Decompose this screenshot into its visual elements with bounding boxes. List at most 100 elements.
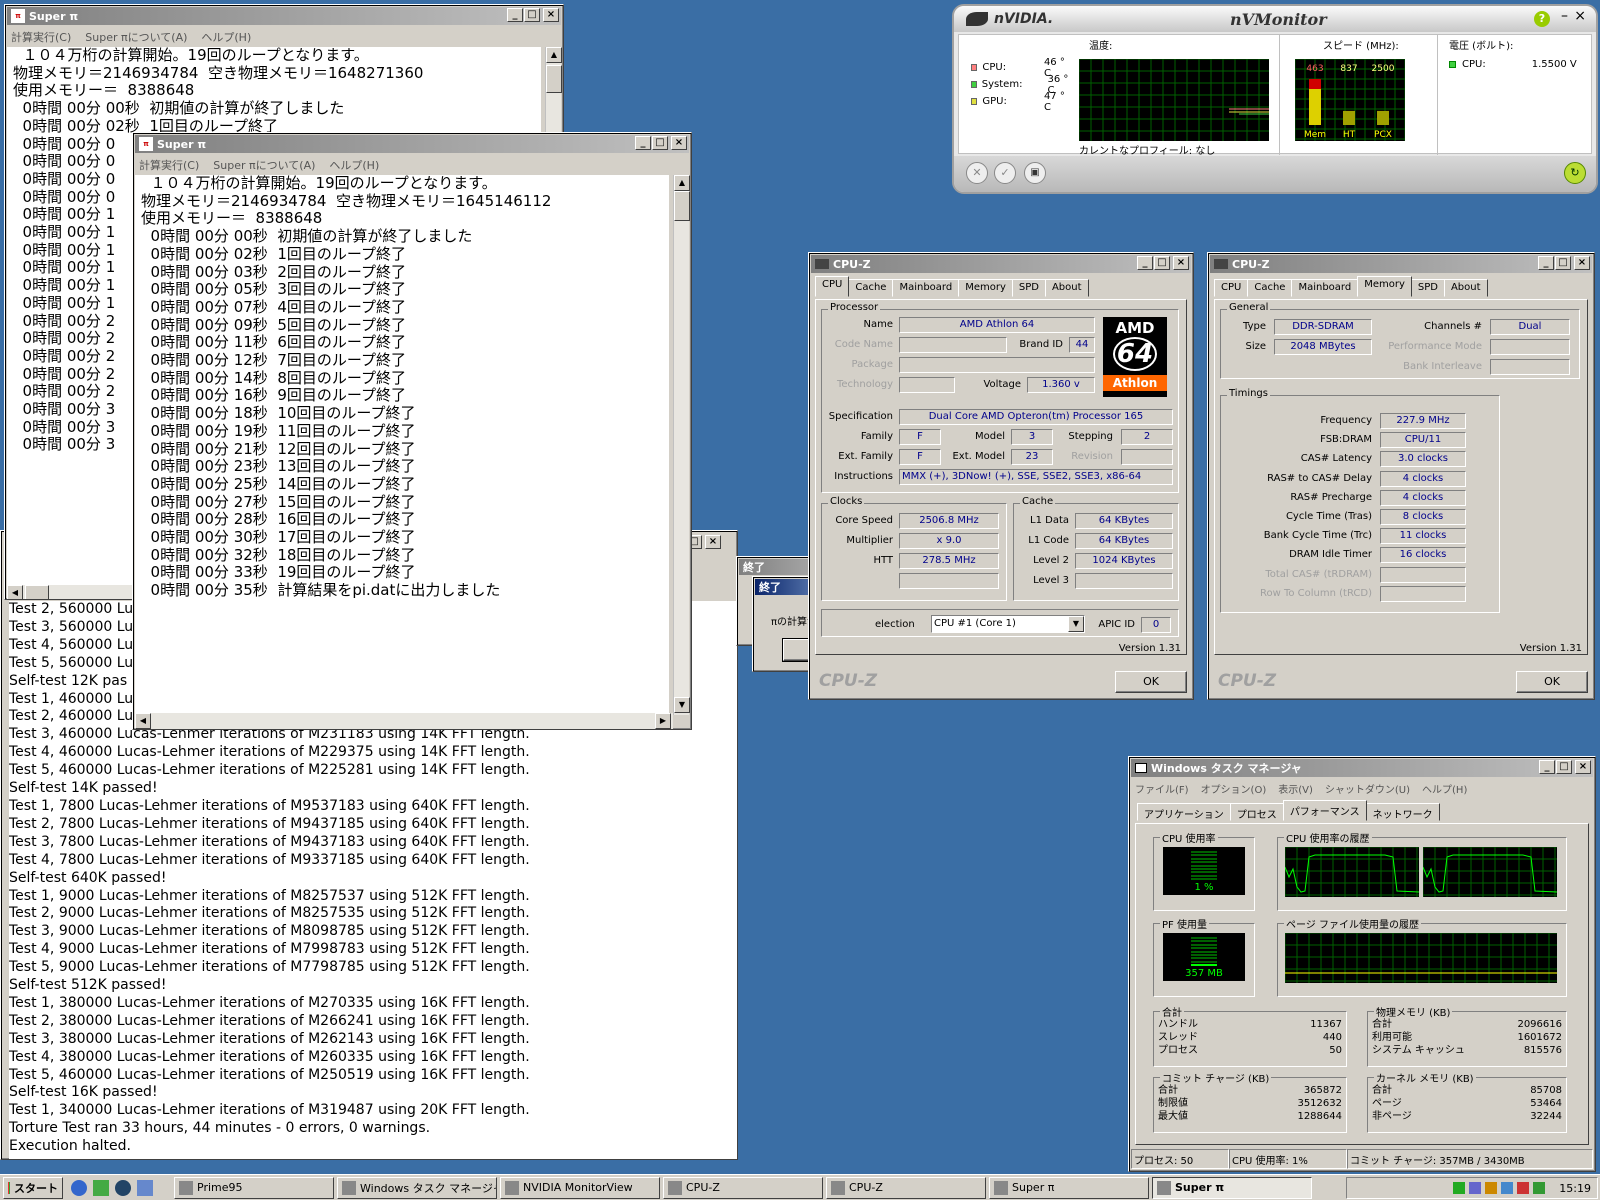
tab-memory[interactable]: Memory [1357, 276, 1412, 297]
tab-network[interactable]: ネットワーク [1365, 803, 1440, 821]
start-button[interactable]: スタート [3, 1176, 63, 1199]
package-label: Package [851, 359, 893, 370]
ie-icon[interactable] [71, 1179, 87, 1196]
nvmonitor-header[interactable]: nVIDIA. nVMonitor ? – × [954, 6, 1596, 32]
menu-calc[interactable]: 計算実行(C) [139, 157, 199, 173]
superpi-front-window[interactable]: π Super π _ □ × 計算実行(C) Super πについて(A) ヘルプ… [132, 132, 692, 730]
tab-performance[interactable]: パフォーマンス [1282, 800, 1367, 821]
tab-applications[interactable]: アプリケーション [1137, 803, 1231, 821]
menu-help[interactable]: ヘルプ(H) [201, 29, 251, 45]
scroll-up-icon[interactable]: ▲ [546, 47, 562, 63]
scroll-up-icon[interactable]: ▲ [674, 175, 690, 191]
maximize-button[interactable]: □ [1555, 256, 1571, 270]
nvmonitor-window[interactable]: nVIDIA. nVMonitor ? – × 温度: スピード (MHz): … [952, 4, 1598, 194]
minimize-button[interactable]: _ [1539, 760, 1555, 774]
scroll-left-icon[interactable]: ◀ [7, 585, 23, 599]
vertical-scrollbar[interactable]: ▲ ▼ [673, 175, 690, 715]
menu-about[interactable]: Super πについて(A) [213, 157, 315, 173]
taskbar-button[interactable]: NVIDIA MonitorView [500, 1176, 660, 1199]
minimize-button[interactable]: _ [635, 136, 651, 150]
help-icon[interactable]: ? [1534, 11, 1550, 27]
menu-file[interactable]: ファイル(F) [1135, 781, 1189, 796]
tab-spd[interactable]: SPD [1011, 279, 1046, 297]
menu-view[interactable]: 表示(V) [1278, 781, 1313, 796]
minimize-icon[interactable]: – [1561, 8, 1568, 24]
scroll-right-icon[interactable]: ▶ [655, 713, 671, 729]
tray-icon[interactable] [1453, 1182, 1466, 1194]
tab-processes[interactable]: プロセス [1229, 803, 1284, 821]
monitor-icon[interactable]: ▣ [1024, 162, 1046, 184]
maximize-button[interactable]: □ [524, 8, 540, 22]
ok-button[interactable]: OK [1115, 671, 1187, 693]
close-icon[interactable]: × [1574, 8, 1586, 24]
superpi-back-titlebar[interactable]: π Super π _ □ × [7, 7, 561, 25]
media-player-icon[interactable] [115, 1179, 131, 1196]
taskbar-button[interactable]: CPU-Z [826, 1176, 986, 1199]
music-icon[interactable] [93, 1179, 109, 1196]
tab-cpu[interactable]: CPU [1214, 279, 1249, 297]
tab-mainboard[interactable]: Mainboard [1291, 279, 1359, 297]
close-button[interactable]: × [1574, 256, 1590, 270]
codename-field [899, 337, 1007, 353]
taskmgr-window[interactable]: Windows タスク マネージャ _ □ × ファイル(F) オプション(O) 表… [1128, 756, 1596, 1172]
tab-cache[interactable]: Cache [1247, 279, 1293, 297]
tab-about[interactable]: About [1443, 279, 1488, 297]
close-button[interactable]: × [543, 8, 559, 22]
tray-icon[interactable] [1517, 1182, 1530, 1194]
tab-cache[interactable]: Cache [848, 279, 894, 297]
scroll-thumb[interactable] [674, 191, 690, 221]
chevron-down-icon[interactable]: ▼ [1068, 616, 1084, 632]
hscroll-thumb[interactable] [25, 585, 49, 599]
taskbar-button[interactable]: Super π [989, 1176, 1149, 1199]
disable-icon[interactable]: ✕ [966, 162, 988, 184]
cpuz-titlebar[interactable]: CPU-Z _ □ × [1210, 255, 1592, 273]
tab-spd[interactable]: SPD [1410, 279, 1445, 297]
close-button[interactable]: × [1575, 760, 1591, 774]
tab-cpu[interactable]: CPU [815, 276, 850, 297]
tray-icon[interactable] [1533, 1182, 1546, 1194]
minimize-button[interactable]: _ [507, 8, 523, 22]
minimize-button[interactable]: _ [1538, 256, 1554, 270]
scroll-down-icon[interactable]: ▼ [674, 697, 690, 713]
tray-icon[interactable] [1501, 1182, 1514, 1194]
taskbar-button[interactable]: Super π [1152, 1176, 1312, 1199]
taskbar-button[interactable]: Windows タスク マネージャ [337, 1176, 497, 1199]
level2-field: 1024 KBytes [1075, 553, 1173, 569]
maximize-button[interactable]: □ [1154, 256, 1170, 270]
scroll-thumb[interactable] [546, 65, 562, 93]
menu-calc[interactable]: 計算実行(C) [11, 29, 71, 45]
tray-icon[interactable] [1469, 1182, 1482, 1194]
maximize-button[interactable]: □ [652, 136, 668, 150]
menu-options[interactable]: オプション(O) [1201, 781, 1267, 796]
menu-help[interactable]: ヘルプ(H) [1422, 781, 1467, 796]
timing-value [1380, 566, 1466, 583]
scroll-left-icon[interactable]: ◀ [135, 713, 151, 729]
taskbar-button[interactable]: CPU-Z [663, 1176, 823, 1199]
tab-mainboard[interactable]: Mainboard [892, 279, 960, 297]
horizontal-scrollbar[interactable]: ◀ ▶ [135, 713, 673, 729]
cpuz-memory-window[interactable]: CPU-Z _ □ × CPU Cache Mainboard Memory SPD… [1207, 252, 1595, 700]
ok-button[interactable]: OK [1516, 671, 1588, 693]
taskmgr-titlebar[interactable]: Windows タスク マネージャ _ □ × [1131, 759, 1593, 777]
apply-icon[interactable]: ✓ [994, 162, 1016, 184]
menu-help[interactable]: ヘルプ(H) [329, 157, 379, 173]
close-button[interactable]: × [705, 535, 721, 549]
maximize-button[interactable]: □ [1556, 760, 1572, 774]
cpu-selection-dropdown[interactable]: CPU #1 (Core 1) ▼ [931, 615, 1085, 633]
taskbar-button[interactable]: Prime95 [174, 1176, 334, 1199]
tab-memory[interactable]: Memory [958, 279, 1013, 297]
close-button[interactable]: × [1173, 256, 1189, 270]
superpi-front-titlebar[interactable]: π Super π _ □ × [135, 135, 689, 153]
tab-about[interactable]: About [1044, 279, 1089, 297]
menu-about[interactable]: Super πについて(A) [85, 29, 187, 45]
menu-shutdown[interactable]: シャットダウン(U) [1325, 781, 1410, 796]
refresh-icon[interactable]: ↻ [1564, 162, 1586, 184]
cpuz-cpu-window[interactable]: CPU-Z _ □ × CPU Cache Mainboard Memory SPD… [808, 252, 1194, 700]
close-button[interactable]: × [671, 136, 687, 150]
desktop-icon[interactable] [137, 1179, 153, 1196]
tray-icon[interactable] [1485, 1182, 1498, 1194]
cpuz-titlebar[interactable]: CPU-Z _ □ × [811, 255, 1191, 273]
group-title: Processor [828, 302, 881, 313]
minimize-button[interactable]: _ [1137, 256, 1153, 270]
meter-segment [1191, 868, 1217, 870]
